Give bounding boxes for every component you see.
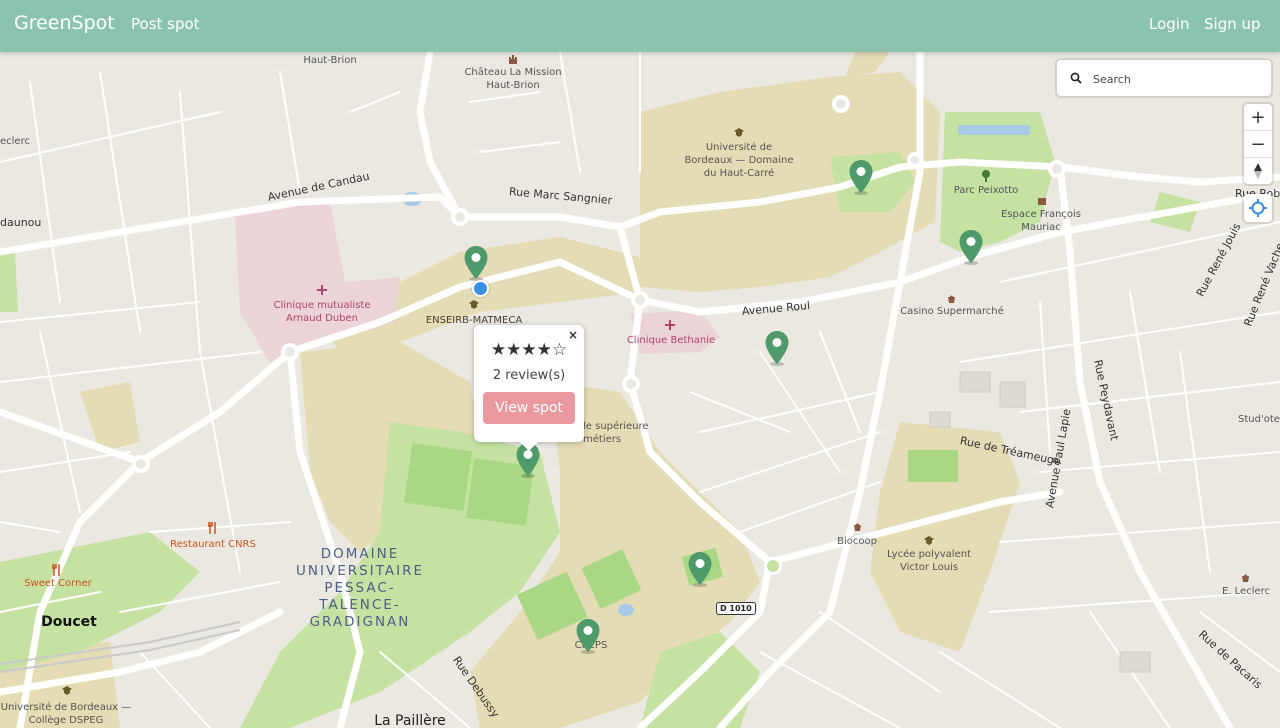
zoom-controls: + − [1244, 104, 1272, 184]
label-lycee-1: Lycée polyvalent [887, 549, 971, 560]
label-clinique-bethanie: Clinique Bethanie [626, 335, 716, 346]
label-clinique-mut-1: Clinique mutualiste [273, 300, 371, 311]
label-univ-1: Université de [705, 142, 773, 153]
label-sweet-corner: Sweet Corner [24, 578, 92, 589]
label-dspeg-1: Université de Bordeaux — [0, 702, 132, 713]
label-domaine-5: GRADIGNAN [309, 614, 411, 630]
label-leclerc-left: eclerc [0, 136, 30, 147]
label-doucet: Doucet [41, 614, 97, 630]
label-lycee-2: Victor Louis [899, 562, 959, 573]
close-icon[interactable]: × [568, 328, 578, 342]
spot-marker-pin[interactable] [687, 551, 713, 587]
label-restaurant-cnrs: Restaurant CNRS [170, 539, 256, 550]
compass-button[interactable] [1244, 158, 1272, 184]
zoom-out-button[interactable]: − [1244, 131, 1272, 158]
compass-icon [1254, 163, 1262, 179]
label-parc-peixotto: Parc Peixotto [953, 185, 1019, 196]
label-studotel: Stud'otel [1238, 414, 1280, 425]
label-biocoop: Biocoop [837, 536, 877, 547]
search-input[interactable] [1091, 68, 1265, 90]
tree-icon [982, 170, 990, 182]
map-base-layer [0, 52, 1280, 728]
road-shield-d1010: D 1010 [716, 602, 756, 615]
school-icon [469, 300, 479, 309]
label-la-paillere: La Paillère [374, 713, 446, 728]
spot-popup: × ★★★★☆ 2 review(s) View spot [474, 325, 584, 451]
label-daunou: daunou [0, 216, 42, 229]
label-univ-2: Bordeaux — Domaine [684, 155, 794, 166]
label-leclerc-right: E. Leclerc [1221, 586, 1271, 597]
theatre-icon [1038, 198, 1046, 205]
review-count: 2 review(s) [492, 368, 566, 383]
spot-marker-pin[interactable] [764, 330, 790, 366]
label-univ-3: du Haut-Carré [703, 168, 775, 179]
restaurant-icon [52, 564, 60, 576]
signup-link[interactable]: Sign up [1204, 15, 1261, 33]
label-domaine-1: DOMAINE [320, 546, 400, 562]
label-espace-1: Espace François [1000, 209, 1082, 220]
label-dspeg-2: Collège DSPEG [28, 715, 104, 726]
label-domaine-2: UNIVERSITAIRE [296, 563, 424, 579]
navbar: GreenSpot Post spot Login Sign up [0, 0, 1280, 52]
restaurant-icon [208, 522, 216, 534]
rating-stars: ★★★★☆ [490, 340, 568, 360]
map-canvas[interactable]: Haut-Brion Château La Mission Haut-Brion… [0, 52, 1280, 728]
shop-icon [854, 523, 861, 531]
crosshair-icon [1249, 199, 1267, 217]
spot-marker-pin[interactable] [575, 618, 601, 654]
zoom-in-button[interactable]: + [1244, 104, 1272, 131]
label-ecole-1: le supérieure [583, 421, 649, 432]
spot-marker-pin[interactable] [848, 159, 874, 195]
search-icon [1070, 72, 1082, 84]
hospital-icon [317, 285, 327, 295]
label-haut-brion: Haut-Brion [303, 55, 357, 66]
hospital-icon [665, 320, 675, 330]
post-spot-link[interactable]: Post spot [131, 15, 200, 33]
label-chateau-2: Haut-Brion [486, 80, 540, 91]
label-espace-2: Mauriac [1021, 222, 1061, 233]
search-box [1057, 60, 1271, 96]
castle-icon [509, 55, 517, 64]
user-location-dot [472, 280, 489, 297]
school-icon [734, 128, 744, 137]
shop-icon [1242, 574, 1249, 582]
label-ecole-2: métiers [583, 434, 622, 445]
label-chateau-1: Château La Mission [464, 67, 562, 78]
label-clinique-mut-2: Arnaud Duben [286, 313, 358, 324]
brand-logo[interactable]: GreenSpot [14, 12, 115, 34]
view-spot-button[interactable]: View spot [483, 392, 575, 424]
school-icon [924, 536, 934, 545]
login-link[interactable]: Login [1149, 15, 1189, 33]
label-domaine-4: TALENCE- [319, 597, 401, 613]
label-domaine-3: PESSAC- [324, 580, 396, 596]
geolocate-button[interactable] [1244, 194, 1272, 222]
shop-icon [948, 295, 955, 303]
spot-marker-pin[interactable] [958, 229, 984, 265]
label-casino: Casino Supermarché [900, 306, 1004, 317]
spot-marker-pin[interactable] [463, 245, 489, 281]
school-icon [62, 686, 72, 695]
